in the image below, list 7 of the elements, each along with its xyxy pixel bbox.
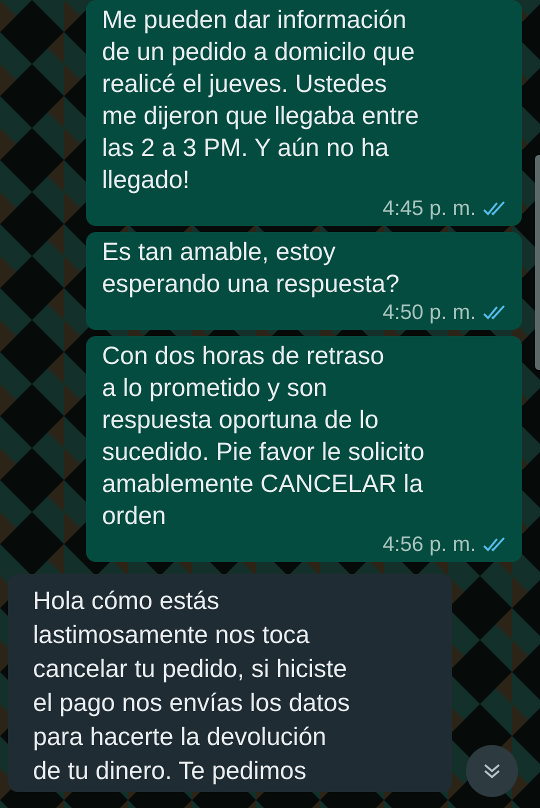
message-time: 4:45 p. m. (382, 196, 476, 222)
message-text: Es tan amable, estoy esperando una respuesta? (102, 237, 400, 300)
message-text: Con dos horas de retraso a lo prometido y son respuesta oportuna de lo sucedido. Pie favor le solicito amablemente CANCELAR la orden (102, 341, 426, 532)
message-text: Me pueden dar información de un pedido a domicilo que realicé el jueves. Ustedes me dijeron que llegaba entre las 2 a 3 PM. Y aún no ha llegado! (102, 5, 420, 196)
message-text: Hola cómo estás lastimosamente nos toca cancelar tu pedido, si hiciste el pago nos envías los datos para hacerte la devolución de tu dinero. Te pedimos (33, 586, 351, 787)
message-time: 4:50 p. m. (382, 300, 476, 326)
message-time: 4:56 p. m. (382, 532, 476, 558)
